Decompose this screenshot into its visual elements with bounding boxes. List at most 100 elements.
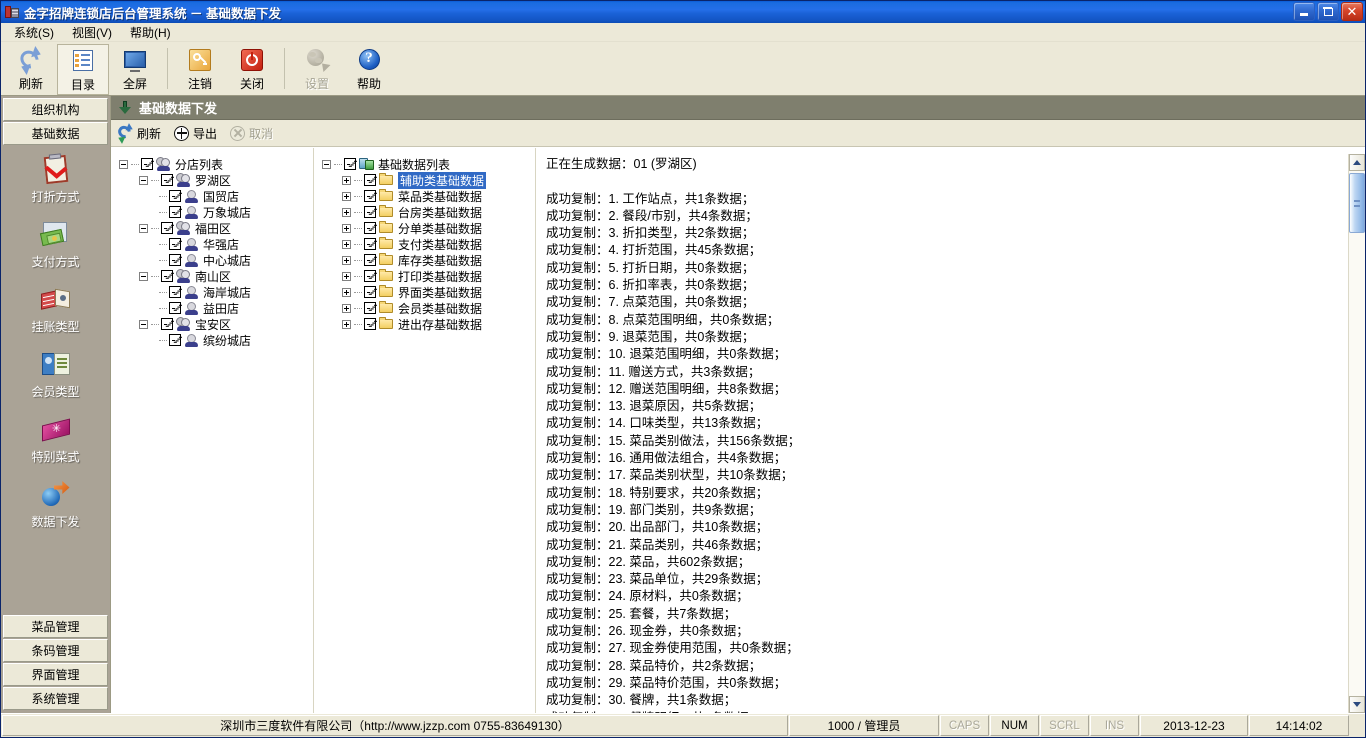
expand-icon[interactable]: [342, 223, 351, 233]
scroll-up-button[interactable]: [1349, 154, 1365, 171]
tree-node-leaf[interactable]: 海岸城店: [119, 284, 309, 300]
action-button-export[interactable]: 导出: [173, 125, 217, 142]
resize-grip[interactable]: [1349, 714, 1365, 737]
menu-item-view[interactable]: 视图(V): [63, 23, 121, 42]
checkbox[interactable]: [169, 286, 181, 298]
tree-node-root[interactable]: 分店列表: [119, 156, 309, 172]
sidebar-button-barcode-management[interactable]: 条码管理: [3, 639, 108, 662]
tree-node-item[interactable]: 支付类基础数据: [322, 236, 531, 252]
checkbox[interactable]: [169, 254, 181, 266]
tree-node-item[interactable]: 辅助类基础数据: [322, 171, 531, 189]
tree-node-item[interactable]: 台房类基础数据: [322, 204, 531, 220]
tree-node-leaf[interactable]: 万象城店: [119, 204, 309, 220]
expand-icon[interactable]: [342, 207, 351, 217]
tree-node-item[interactable]: 菜品类基础数据: [322, 188, 531, 204]
sidebar-tab-basic-data[interactable]: 基础数据: [3, 122, 108, 145]
expand-icon[interactable]: [342, 271, 351, 281]
log-scrollbar[interactable]: [1348, 154, 1365, 713]
collapse-icon[interactable]: [119, 159, 128, 169]
checkbox[interactable]: [169, 206, 181, 218]
tree-node-item[interactable]: 界面类基础数据: [322, 284, 531, 300]
chevron-up-icon: [1353, 160, 1361, 165]
tree-node-leaf[interactable]: 国贸店: [119, 188, 309, 204]
expand-icon[interactable]: [342, 191, 351, 201]
expand-icon[interactable]: [342, 239, 351, 249]
sidebar-button-ui-management[interactable]: 界面管理: [3, 663, 108, 686]
maximize-button[interactable]: [1317, 2, 1339, 21]
checkbox[interactable]: [169, 190, 181, 202]
sidebar-item-member-type[interactable]: 会员类型: [3, 349, 108, 400]
tree-node-leaf[interactable]: 华强店: [119, 236, 309, 252]
tree-node-item[interactable]: 库存类基础数据: [322, 252, 531, 268]
checkbox[interactable]: [161, 174, 173, 186]
checkbox[interactable]: [364, 318, 376, 330]
log-panel: 正在生成数据：01 (罗湖区) 成功复制：1. 工作站点，共1条数据； 成功复制…: [536, 148, 1365, 713]
close-button[interactable]: ✕: [1341, 2, 1363, 21]
tree-node-item[interactable]: 会员类基础数据: [322, 300, 531, 316]
tree-node-item[interactable]: 分单类基础数据: [322, 220, 531, 236]
collapse-icon[interactable]: [139, 319, 148, 329]
checkbox[interactable]: [141, 158, 153, 170]
sidebar-button-dish-management[interactable]: 菜品管理: [3, 615, 108, 638]
expand-icon[interactable]: [342, 303, 351, 313]
action-button-refresh[interactable]: 刷新: [115, 122, 161, 144]
scroll-down-button[interactable]: [1349, 696, 1365, 713]
tree-node-leaf[interactable]: 中心城店: [119, 252, 309, 268]
expand-icon[interactable]: [342, 175, 351, 185]
menu-item-help[interactable]: 帮助(H): [121, 23, 180, 42]
tree-node-root[interactable]: 基础数据列表: [322, 156, 531, 172]
tree-node-item[interactable]: 进出存基础数据: [322, 316, 531, 332]
checkbox[interactable]: [364, 254, 376, 266]
checkbox[interactable]: [169, 302, 181, 314]
toolbar-button-fullscreen[interactable]: 全屏: [109, 44, 161, 95]
collapse-icon[interactable]: [139, 175, 148, 185]
toolbar-button-help[interactable]: ? 帮助: [343, 44, 395, 95]
toolbar-button-refresh[interactable]: 刷新: [5, 44, 57, 95]
checkbox[interactable]: [161, 270, 173, 282]
tree-node-leaf[interactable]: 缤纷城店: [119, 332, 309, 348]
checkbox[interactable]: [169, 334, 181, 346]
sidebar-item-data-distribution[interactable]: 数据下发: [3, 479, 108, 530]
sidebar-button-system-management[interactable]: 系统管理: [3, 687, 108, 710]
checkbox[interactable]: [364, 238, 376, 250]
scrollbar-thumb[interactable]: [1349, 173, 1365, 233]
checkbox[interactable]: [161, 318, 173, 330]
checkbox[interactable]: [364, 174, 376, 186]
checkbox[interactable]: [364, 302, 376, 314]
log-output[interactable]: 正在生成数据：01 (罗湖区) 成功复制：1. 工作站点，共1条数据； 成功复制…: [546, 154, 1342, 713]
checkbox[interactable]: [344, 158, 356, 170]
sidebar-tab-organization[interactable]: 组织机构: [3, 98, 108, 121]
checkbox[interactable]: [364, 270, 376, 282]
collapse-icon[interactable]: [322, 159, 331, 169]
toolbar-button-logout[interactable]: 注销: [174, 44, 226, 95]
toolbar-button-exit[interactable]: 关闭: [226, 44, 278, 95]
checkbox[interactable]: [161, 222, 173, 234]
sidebar-item-credit-type[interactable]: 挂账类型: [3, 284, 108, 335]
checkbox[interactable]: [364, 286, 376, 298]
sidebar-item-special-dish[interactable]: ✳ 特别菜式: [3, 414, 108, 465]
sidebar-item-payment[interactable]: 支付方式: [3, 219, 108, 270]
grip-icon: [1354, 199, 1360, 207]
log-line: 成功复制：3. 折扣类型，共2条数据；: [546, 226, 755, 241]
collapse-icon[interactable]: [139, 223, 148, 233]
checkbox[interactable]: [169, 238, 181, 250]
tree-node-group[interactable]: 南山区: [119, 268, 309, 284]
toolbar-label-logout: 注销: [187, 77, 212, 91]
sidebar-item-discount[interactable]: 打折方式: [3, 153, 108, 205]
tree-node-item[interactable]: 打印类基础数据: [322, 268, 531, 284]
minimize-button[interactable]: [1293, 2, 1315, 21]
tree-node-group[interactable]: 罗湖区: [119, 172, 309, 188]
scrollbar-track[interactable]: [1349, 171, 1365, 696]
expand-icon[interactable]: [342, 287, 351, 297]
checkbox[interactable]: [364, 206, 376, 218]
expand-icon[interactable]: [342, 255, 351, 265]
toolbar-button-catalog[interactable]: 目录: [57, 44, 109, 95]
checkbox[interactable]: [364, 190, 376, 202]
checkbox[interactable]: [364, 222, 376, 234]
expand-icon[interactable]: [342, 319, 351, 329]
tree-node-group[interactable]: 福田区: [119, 220, 309, 236]
tree-node-group[interactable]: 宝安区: [119, 316, 309, 332]
menu-item-system[interactable]: 系统(S): [5, 23, 63, 42]
collapse-icon[interactable]: [139, 271, 148, 281]
tree-node-leaf[interactable]: 益田店: [119, 300, 309, 316]
